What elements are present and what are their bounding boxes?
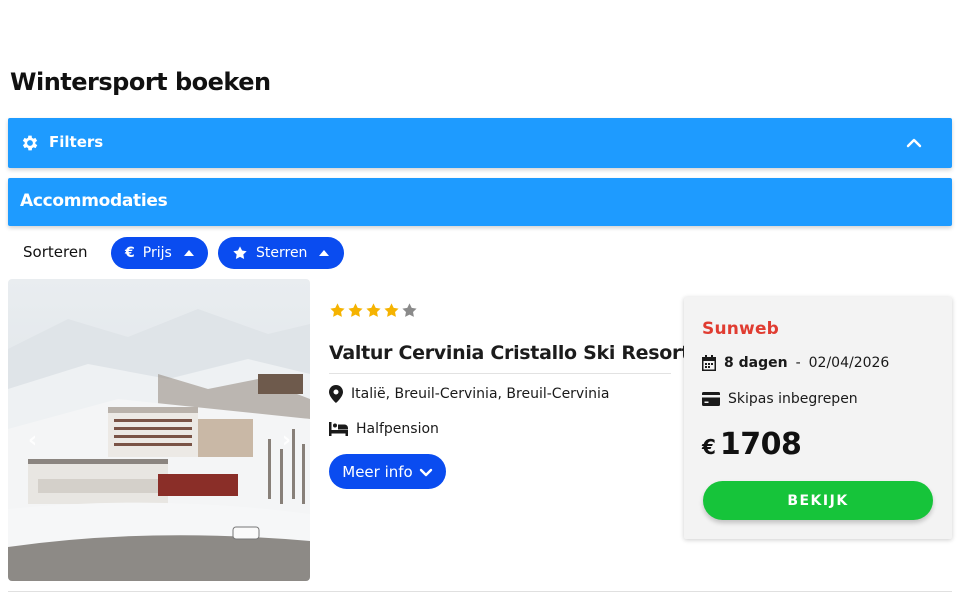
sort-price-label: Prijs [142, 245, 172, 261]
divider [329, 373, 671, 374]
offer-dates-row: 8 dagen - 02/04/2026 [702, 355, 889, 371]
credit-card-icon [702, 392, 720, 406]
board-row: Halfpension [329, 421, 439, 437]
sort-label: Sorteren [23, 243, 88, 261]
star-filled-icon [330, 303, 345, 317]
accommodations-header: Accommodaties [8, 178, 952, 226]
star-rating [329, 302, 418, 319]
board-text: Halfpension [356, 421, 439, 437]
star-filled-icon [384, 303, 399, 317]
chevron-up-icon[interactable] [906, 135, 922, 151]
star-filled-icon [348, 303, 363, 317]
star-empty-icon [402, 303, 417, 317]
star-filled-icon [366, 303, 381, 317]
bed-icon [329, 422, 348, 436]
offer-separator: - [795, 355, 801, 371]
provider-logo: Sunweb [702, 319, 780, 339]
offer-price: € 1708 [702, 427, 802, 462]
map-pin-icon [329, 385, 343, 403]
gear-icon [22, 135, 38, 151]
offer-date: 02/04/2026 [808, 355, 890, 371]
accommodations-label: Accommodaties [20, 191, 168, 211]
more-info-label: Meer info [342, 462, 413, 481]
sort-stars-button[interactable]: Sterren [218, 237, 344, 269]
location-text: Italië, Breuil-Cervinia, Breuil-Cervinia [351, 386, 610, 402]
caret-up-icon [319, 250, 330, 256]
photo-next-arrow[interactable]: › [282, 428, 291, 453]
photo-prev-arrow[interactable]: ‹ [28, 428, 37, 453]
star-icon [233, 246, 247, 259]
view-offer-button[interactable]: BEKIJK [703, 481, 933, 520]
sort-stars-label: Sterren [256, 245, 308, 261]
offer-duration: 8 dagen [724, 355, 788, 371]
offer-skipass-row: Skipas inbegrepen [702, 391, 858, 407]
more-info-button[interactable]: Meer info [329, 454, 446, 489]
page-title: Wintersport boeken [10, 68, 271, 96]
hotel-name[interactable]: Valtur Cervinia Cristallo Ski Resort [329, 342, 690, 364]
filters-toggle-bar[interactable]: Filters [8, 118, 952, 168]
caret-up-icon [183, 250, 194, 256]
chevron-down-icon [419, 468, 432, 476]
offer-skipass-text: Skipas inbegrepen [728, 391, 858, 407]
accommodation-photo[interactable] [8, 279, 310, 581]
sort-price-button[interactable]: € Prijs [111, 237, 208, 269]
filters-label: Filters [49, 133, 104, 151]
euro-icon: € [125, 245, 135, 261]
price-amount: 1708 [719, 427, 802, 462]
calendar-icon [702, 355, 716, 371]
price-currency: € [702, 435, 716, 459]
offer-card: Sunweb 8 dagen - 02/04/2026 Skipas inbeg… [684, 297, 952, 539]
location-row: Italië, Breuil-Cervinia, Breuil-Cervinia [329, 385, 609, 403]
divider [8, 591, 952, 592]
